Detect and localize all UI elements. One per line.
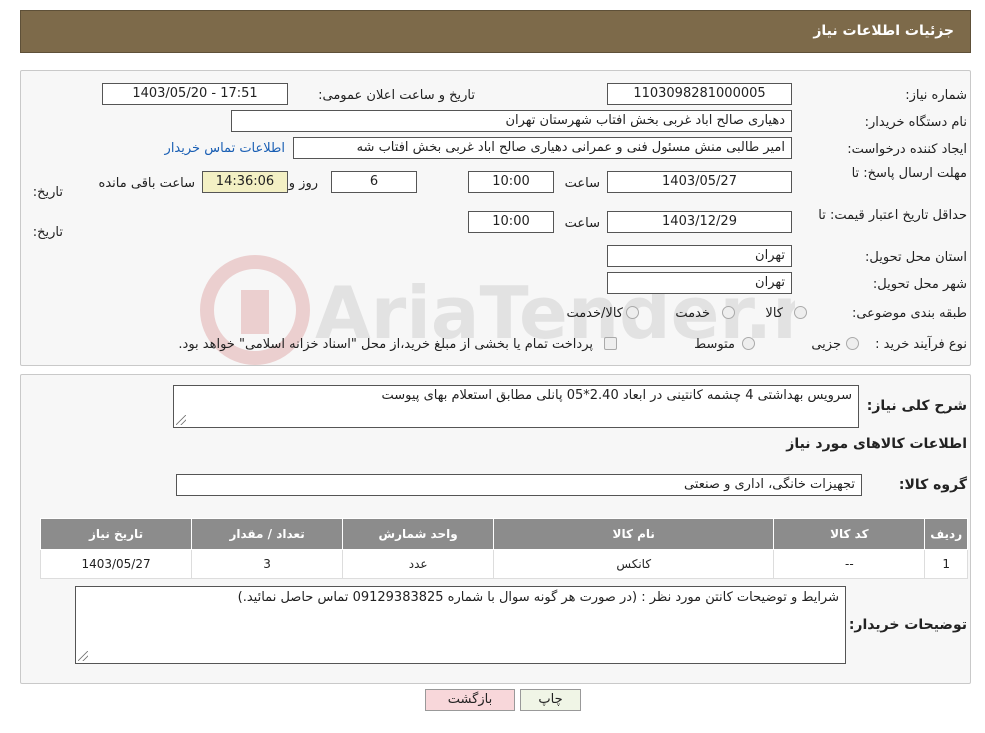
cell-goods-name: کانکس bbox=[493, 549, 775, 579]
category-goods-radio[interactable] bbox=[794, 306, 807, 319]
cell-goods-code: -- bbox=[773, 549, 926, 579]
col-quantity: تعداد / مقدار bbox=[191, 518, 344, 550]
announce-datetime-field[interactable]: 1403/05/20 - 17:51 bbox=[102, 83, 288, 105]
back-button[interactable]: بازگشت bbox=[425, 689, 515, 711]
cell-need-date: 1403/05/27 bbox=[39, 549, 193, 579]
category-service-label: خدمت bbox=[675, 306, 710, 321]
price-validity-time-label: ساعت bbox=[564, 216, 600, 231]
price-validity-time-field[interactable]: 10:00 bbox=[468, 211, 554, 233]
deadline-time-field[interactable]: 10:00 bbox=[468, 171, 554, 193]
page-header: جزئیات اطلاعات نیاز bbox=[20, 10, 971, 53]
deadline-time-label: ساعت bbox=[564, 176, 600, 191]
col-need-date: تاریخ نیاز bbox=[39, 518, 193, 550]
goods-table-wrapper: ردیف کد کالا نام کالا واحد شمارش تعداد /… bbox=[39, 518, 968, 579]
category-goods-service-radio[interactable] bbox=[626, 306, 639, 319]
price-validity-date-label: تاریخ: bbox=[32, 225, 63, 240]
goods-group-label: گروه کالا: bbox=[898, 477, 967, 493]
category-service-radio[interactable] bbox=[722, 306, 735, 319]
buyer-org-field[interactable]: دهیاری صالح اباد غربی بخش افتاب شهرستان … bbox=[231, 110, 792, 132]
remaining-time-field[interactable]: 14:36:06 bbox=[202, 171, 288, 193]
goods-section-title: اطلاعات کالاهای مورد نیاز bbox=[786, 436, 967, 452]
col-goods-name: نام کالا bbox=[493, 518, 775, 550]
goods-group-field[interactable]: تجهیزات خانگی، اداری و صنعتی bbox=[176, 474, 862, 496]
table-row[interactable]: 1 -- کانکس عدد 3 1403/05/27 bbox=[39, 549, 968, 579]
purchase-type-medium-radio[interactable] bbox=[742, 337, 755, 350]
buyer-notes-text: شرایط و توضیحات کانتن مورد نظر : (در صور… bbox=[237, 590, 839, 605]
deadline-date-field[interactable]: 1403/05/27 bbox=[607, 171, 792, 193]
announce-datetime-label: تاریخ و ساعت اعلان عمومی: bbox=[318, 88, 475, 103]
print-button[interactable]: چاپ bbox=[520, 689, 581, 711]
days-label: روز و bbox=[288, 176, 318, 191]
purchase-type-minor-radio[interactable] bbox=[846, 337, 859, 350]
treasury-payment-checkbox[interactable] bbox=[604, 337, 617, 350]
price-validity-date-field[interactable]: 1403/12/29 bbox=[607, 211, 792, 233]
col-row-number: ردیف bbox=[924, 518, 968, 550]
delivery-province-label: استان محل تحویل: bbox=[865, 250, 967, 265]
buyer-notes-label: توضیحات خریدار: bbox=[848, 617, 967, 633]
category-label: طبقه بندی موضوعی: bbox=[851, 306, 967, 321]
page-title: جزئیات اطلاعات نیاز bbox=[813, 23, 954, 39]
purchase-type-medium-label: متوسط bbox=[694, 337, 735, 352]
buyer-contact-link[interactable]: اطلاعات تماس خریدار bbox=[165, 141, 285, 156]
deadline-date-label: تاریخ: bbox=[32, 185, 63, 200]
cell-unit: عدد bbox=[342, 549, 495, 579]
need-description-label: شرح کلی نیاز: bbox=[866, 398, 967, 414]
need-number-label: شماره نیاز: bbox=[905, 88, 967, 103]
delivery-province-field[interactable]: تهران bbox=[607, 245, 792, 267]
col-unit: واحد شمارش bbox=[342, 518, 495, 550]
category-goods-service-label: کالا/خدمت bbox=[566, 306, 623, 321]
buyer-notes-textarea[interactable]: شرایط و توضیحات کانتن مورد نظر : (در صور… bbox=[75, 586, 846, 664]
remaining-days-field[interactable]: 6 bbox=[331, 171, 417, 193]
col-goods-code: کد کالا bbox=[773, 518, 926, 550]
purchase-type-label: نوع فرآیند خرید : bbox=[875, 337, 967, 352]
treasury-payment-note: پرداخت تمام یا بخشی از مبلغ خرید،از محل … bbox=[178, 337, 593, 352]
category-goods-label: کالا bbox=[765, 306, 783, 321]
resize-grip-icon[interactable] bbox=[176, 415, 186, 425]
remaining-time-label: ساعت باقی مانده bbox=[98, 176, 195, 191]
need-description-text: سرویس بهداشتی 4 چشمه کانتینی در ابعاد 2.… bbox=[381, 388, 852, 403]
delivery-city-field[interactable]: تهران bbox=[607, 272, 792, 294]
delivery-city-label: شهر محل تحویل: bbox=[872, 277, 967, 292]
buyer-org-label: نام دستگاه خریدار: bbox=[864, 115, 967, 130]
need-description-textarea[interactable]: سرویس بهداشتی 4 چشمه کانتینی در ابعاد 2.… bbox=[173, 385, 859, 428]
creator-field[interactable]: امیر طالبی منش مسئول فنی و عمرانی دهیاری… bbox=[293, 137, 792, 159]
creator-label: ایجاد کننده درخواست: bbox=[847, 142, 967, 157]
price-validity-label: حداقل تاریخ اعتبار قیمت: تا bbox=[818, 208, 967, 223]
resize-grip-icon[interactable] bbox=[78, 651, 88, 661]
cell-row-number: 1 bbox=[924, 549, 968, 579]
purchase-type-minor-label: جزیی bbox=[811, 337, 841, 352]
need-number-field[interactable]: 1103098281000005 bbox=[607, 83, 792, 105]
goods-table: ردیف کد کالا نام کالا واحد شمارش تعداد /… bbox=[39, 518, 968, 579]
goods-table-header-row: ردیف کد کالا نام کالا واحد شمارش تعداد /… bbox=[39, 518, 968, 550]
cell-quantity: 3 bbox=[191, 549, 344, 579]
deadline-label: مهلت ارسال پاسخ: تا bbox=[851, 166, 967, 181]
